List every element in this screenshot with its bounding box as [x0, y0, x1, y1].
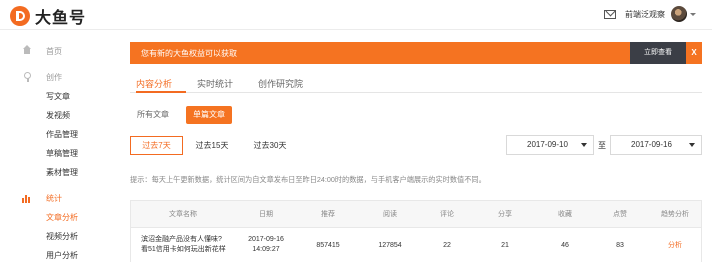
- column-header-recommend: 推荐: [321, 211, 335, 218]
- column-header-trend: 趋势分析: [661, 211, 689, 218]
- tab-creation-institute[interactable]: 创作研究院: [258, 77, 303, 90]
- column-header-read: 阅读: [383, 211, 397, 218]
- create-icon: [22, 72, 32, 82]
- article-stats-table: 文章名称 日期 推荐 阅读 评论 分享 收藏 点赞 趋势分析 滨沼金融产品没有人…: [130, 200, 702, 262]
- column-header-share: 分享: [498, 211, 512, 218]
- column-header-favorite: 收藏: [558, 211, 572, 218]
- sidebar-item-post-video[interactable]: 发视频: [46, 110, 70, 121]
- close-icon[interactable]: X: [686, 42, 702, 64]
- article-title[interactable]: 滨沼金融产品没有人懂味? 看51信用卡如何玩出新花样: [131, 228, 245, 262]
- main-tabs: 内容分析 实时统计 创作研究院: [130, 72, 702, 93]
- top-header: 大鱼号 前端泛观察: [0, 0, 712, 30]
- active-tab-indicator: [136, 91, 186, 93]
- caret-down-icon[interactable]: [690, 12, 696, 16]
- sidebar-item-materials[interactable]: 素材管理: [46, 167, 78, 178]
- range-15-days[interactable]: 过去15天: [189, 136, 235, 155]
- chevron-down-icon: [581, 143, 587, 147]
- logo-icon: [10, 6, 30, 26]
- sidebar-item-drafts[interactable]: 草稿管理: [46, 148, 78, 159]
- range-7-days[interactable]: 过去7天: [130, 136, 183, 155]
- time-line: 14:09:27: [252, 246, 280, 253]
- date-separator: 至: [598, 141, 606, 150]
- avatar[interactable]: [671, 6, 687, 22]
- mail-icon[interactable]: [604, 9, 616, 19]
- end-date-value: 2017-09-16: [631, 140, 672, 149]
- column-header-like: 点赞: [613, 211, 627, 218]
- sidebar-item-user-analysis[interactable]: 用户分析: [46, 250, 78, 261]
- article-title-line: 滨沼金融产品没有人懂味?: [141, 236, 222, 243]
- sidebar-section-create: 创作: [46, 73, 62, 82]
- read-count: 127854: [378, 241, 402, 249]
- subtab-all-articles[interactable]: 所有文章: [130, 106, 176, 124]
- analyze-link[interactable]: 分析: [647, 228, 703, 262]
- stats-icon: [22, 193, 32, 203]
- table-header: 文章名称 日期 推荐 阅读 评论 分享 收藏 点赞 趋势分析: [131, 201, 701, 228]
- column-header-title: 文章名称: [169, 211, 197, 218]
- sidebar-item-works[interactable]: 作品管理: [46, 129, 78, 140]
- end-date-select[interactable]: 2017-09-16: [610, 135, 702, 155]
- column-header-comment: 评论: [440, 211, 454, 218]
- sidebar-section-stats: 统计: [46, 194, 62, 203]
- favorite-count: 46: [561, 241, 569, 249]
- article-date: 2017-09-16 14:09:27: [235, 228, 297, 262]
- date-line: 2017-09-16: [248, 236, 284, 243]
- user-area: 前端泛观察: [604, 6, 696, 22]
- table-row: 滨沼金融产品没有人懂味? 看51信用卡如何玩出新花样 2017-09-16 14…: [131, 228, 701, 262]
- tab-realtime-stats[interactable]: 实时统计: [197, 77, 233, 90]
- range-30-days[interactable]: 过去30天: [246, 136, 294, 155]
- home-icon: [22, 45, 32, 55]
- comment-count: 22: [443, 241, 451, 249]
- sidebar-item-video-analysis[interactable]: 视频分析: [46, 231, 78, 242]
- like-count: 83: [616, 241, 624, 249]
- tab-content-analysis[interactable]: 内容分析: [136, 77, 172, 90]
- sidebar-item-article-analysis[interactable]: 文章分析: [46, 212, 78, 223]
- article-title-line: 看51信用卡如何玩出新花样: [141, 246, 226, 253]
- subtab-single-article[interactable]: 单篇文章: [186, 106, 232, 124]
- chevron-down-icon: [689, 143, 695, 147]
- sidebar-item-write-article[interactable]: 写文章: [46, 91, 70, 102]
- column-header-date: 日期: [259, 211, 273, 218]
- logo-text: 大鱼号: [35, 10, 87, 27]
- recommend-count: 857415: [316, 241, 340, 249]
- sidebar-item-home[interactable]: 首页: [46, 46, 62, 57]
- start-date-select[interactable]: 2017-09-10: [506, 135, 594, 155]
- start-date-value: 2017-09-10: [527, 140, 568, 149]
- user-name[interactable]: 前端泛观察: [625, 9, 665, 20]
- notice-banner: 您有新的大鱼权益可以获取 立即查看 X: [130, 42, 702, 64]
- view-now-button[interactable]: 立即查看: [630, 42, 686, 64]
- data-hint: 提示：每天上午更新数据，统计区间为自文章发布日至昨日24:00时的数据，与手机客…: [130, 175, 486, 184]
- share-count: 21: [501, 241, 509, 249]
- logo[interactable]: 大鱼号: [10, 4, 86, 28]
- banner-text: 您有新的大鱼权益可以获取: [141, 49, 237, 58]
